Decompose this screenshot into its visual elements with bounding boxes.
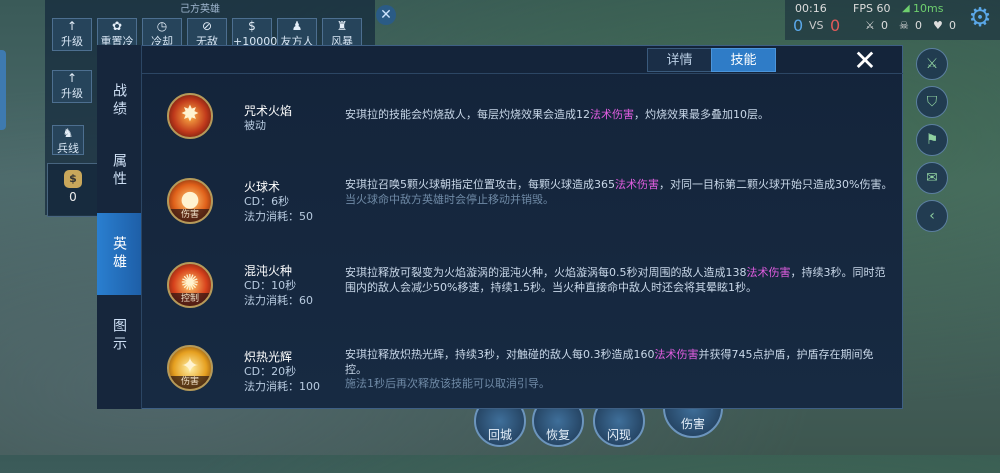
hud-row1-icon-2: ◷ (156, 19, 168, 33)
magic-damage-term: 法术伤害 (615, 178, 659, 191)
left-edge-handle[interactable] (0, 50, 6, 130)
hud-row1-icon-5: ♟ (291, 19, 303, 33)
side-tab-diagram[interactable]: 图示 (97, 295, 141, 377)
soldier-button[interactable]: ♞ 兵线 (52, 125, 84, 155)
tab-skills[interactable]: 技能 (711, 48, 776, 72)
hud-row2-label-0: 升级 (61, 87, 83, 100)
skill-description: 安琪拉释放炽热光辉，持续3秒，对触碰的敌人每0.3秒造成160法术伤害并获得74… (345, 348, 893, 392)
close-icon[interactable]: ✕ (376, 5, 396, 25)
hud-row2-button-0[interactable]: ↑ 升级 (52, 70, 92, 103)
skill-row: ● 伤害 火球术 CD：6秒法力消耗：50 安琪拉召唤5颗火球朝指定位置攻击，每颗火球造… (141, 160, 903, 244)
shield-icon[interactable]: ⛉ (916, 86, 948, 118)
hud-row1-icon-1: ✿ (111, 19, 123, 33)
skill-description: 安琪拉的技能会灼烧敌人，每层灼烧效果会造成12法术伤害，灼烧效果最多叠加10层。 (345, 108, 893, 123)
flame-icon: ✸ (180, 102, 200, 127)
skill-note: 施法1秒后再次释放该技能可以取消引导。 (345, 377, 550, 390)
skill-row: ✸ 咒术火焰 被动 安琪拉的技能会灼烧敌人，每层灼烧效果会造成12法术伤害，灼烧效果最… (141, 74, 903, 158)
panel-title: 己方英雄 (180, 4, 220, 15)
flag-icon[interactable]: ⚑ (916, 124, 948, 156)
magic-damage-term: 法术伤害 (590, 108, 634, 121)
ping: 10ms (913, 2, 944, 15)
assist-icon: ♥ (933, 19, 943, 32)
skill-mana-cost: 法力消耗：60 (244, 294, 313, 307)
game-time: 00:16 (795, 2, 827, 15)
chat-icon[interactable]: ✉ (916, 162, 948, 194)
skill-name: 咒术火焰 (244, 104, 293, 118)
skill-icon[interactable]: ✺ 控制 (167, 262, 213, 308)
modal-sidebar: 战绩 属性 英雄 图示 (97, 45, 142, 409)
skill-type-tag: 控制 (169, 293, 211, 306)
magic-damage-term: 法术伤害 (746, 266, 791, 279)
description-text: 安琪拉的技能会灼烧敌人，每层灼烧效果会造成12 (345, 108, 590, 121)
skill-note: 当火球命中敌方英雄时会停止移动并销毁。 (345, 192, 554, 206)
skill-cooldown: CD：20秒 (244, 365, 297, 378)
description-text: 安琪拉召唤5颗火球朝指定位置攻击，每颗火球造成365 (345, 178, 615, 191)
money-bag-icon: $ (64, 170, 82, 188)
hud-row1-icon-6: ♜ (336, 19, 348, 33)
hud-row1-label-0: 升级 (61, 35, 83, 48)
skill-type-tag: 伤害 (169, 376, 211, 389)
gear-icon[interactable]: ⚙ (966, 4, 994, 32)
side-tab-hero[interactable]: 英雄 (97, 213, 141, 295)
wifi-icon: ◢ (902, 3, 910, 14)
top-tabs: 详情 技能 (647, 48, 777, 72)
gold-value: 0 (69, 190, 77, 204)
sword-icon: ⚔ (865, 19, 875, 32)
skull-icon: ☠ (899, 19, 909, 32)
skill-mana-cost: 法力消耗：100 (244, 380, 320, 393)
hud-row2-icon-0: ↑ (66, 71, 78, 85)
skill-description: 安琪拉释放可裂变为火焰漩涡的混沌火种，火焰漩涡每0.5秒对周围的敌人造成138法… (345, 266, 893, 295)
gold-display: $ 0 (47, 163, 99, 217)
skill-row: ✺ 控制 混沌火种 CD：10秒法力消耗：60 安琪拉释放可裂变为火焰漩涡的混沌火种，火… (141, 244, 903, 328)
sword-icon[interactable]: ⚔ (916, 48, 948, 80)
hud-row1-icon-0: ↑ (66, 19, 78, 33)
assists: 0 (949, 19, 956, 32)
score-vs: VS (809, 19, 824, 32)
kills: 0 (881, 19, 888, 32)
magic-damage-term: 法术伤害 (654, 348, 699, 361)
chevron-left-icon[interactable]: ‹ (916, 200, 948, 232)
skill-type-tag: 伤害 (169, 209, 211, 222)
fps: FPS 60 (853, 2, 891, 15)
helmet-icon: ♞ (62, 126, 74, 140)
skill-passive: 被动 (244, 119, 266, 132)
description-text: 安琪拉释放炽热光辉，持续3秒，对触碰的敌人每0.3秒造成160 (345, 348, 655, 361)
skill-icon[interactable]: ✸ (167, 93, 213, 139)
hud-row1-icon-4: $ (248, 19, 256, 33)
skill-row: ✦ 伤害 炽热光辉 CD：20秒法力消耗：100 安琪拉释放炽热光辉，持续3秒，对触碰的… (141, 330, 903, 414)
skill-icon[interactable]: ✦ 伤害 (167, 345, 213, 391)
skill-name: 炽热光辉 (244, 350, 293, 364)
description-text: ，对同一目标第二颗火球开始只造成30%伤害。 (659, 178, 893, 191)
hud-row1-button-0[interactable]: ↑ 升级 (52, 18, 92, 51)
description-text: 安琪拉释放可裂变为火焰漩涡的混沌火种，火焰漩涡每0.5秒对周围的敌人造成138 (345, 266, 747, 279)
hud-row1-icon-3: ⊘ (201, 19, 213, 33)
score-left: 0 (793, 16, 804, 35)
side-tab-attributes[interactable]: 属性 (97, 115, 141, 227)
skill-name: 火球术 (244, 180, 281, 194)
deaths: 0 (915, 19, 922, 32)
skill-cooldown: CD：10秒 (244, 279, 297, 292)
skill-description: 安琪拉召唤5颗火球朝指定位置攻击，每颗火球造成365法术伤害，对同一目标第二颗火… (345, 178, 893, 207)
skill-mana-cost: 法力消耗：50 (244, 210, 313, 223)
tab-details[interactable]: 详情 (647, 48, 712, 72)
description-text: ，灼烧效果最多叠加10层。 (634, 108, 769, 121)
score-right: 0 (830, 16, 841, 35)
skill-name: 混沌火种 (244, 264, 293, 278)
skill-icon[interactable]: ● 伤害 (167, 178, 213, 224)
close-icon[interactable]: ✕ (850, 47, 880, 75)
skill-cooldown: CD：6秒 (244, 195, 290, 208)
